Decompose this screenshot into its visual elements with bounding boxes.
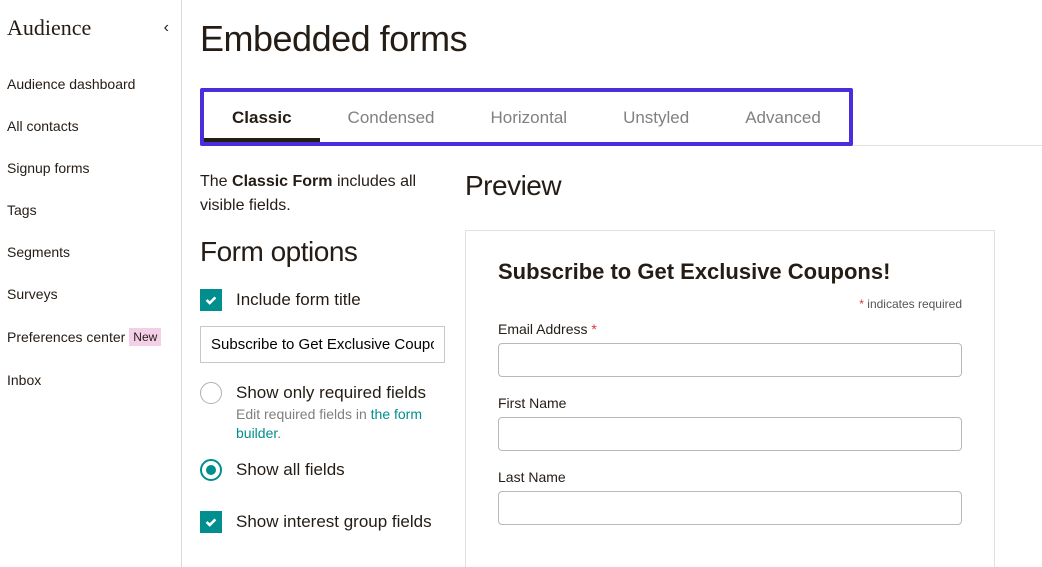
desc-strong: Classic Form [232, 173, 332, 190]
preview-title: Preview [465, 170, 1042, 202]
sub-text: Edit required fields in [236, 406, 371, 422]
sidebar-item-label: Segments [7, 244, 70, 260]
field-label-email: Email Address * [498, 321, 962, 337]
page-title: Embedded forms [200, 18, 1042, 60]
sidebar-item-label: Inbox [7, 372, 41, 388]
tab-classic[interactable]: Classic [204, 92, 320, 142]
form-title-input[interactable] [200, 326, 445, 363]
asterisk-icon: * [591, 321, 596, 337]
tabs-highlight-box: Classic Condensed Horizontal Unstyled Ad… [200, 88, 853, 146]
checkbox-include-title[interactable] [200, 289, 222, 311]
radio-show-only-required[interactable] [200, 382, 222, 404]
tab-label: Classic [232, 108, 292, 127]
tab-label: Condensed [348, 108, 435, 127]
first-name-field[interactable] [498, 417, 962, 451]
form-options-title: Form options [200, 236, 445, 268]
option-label: Show all fields [236, 458, 345, 482]
last-name-field[interactable] [498, 491, 962, 525]
sidebar-item-label: Tags [7, 202, 37, 218]
sidebar-item-segments[interactable]: Segments [7, 231, 171, 273]
sidebar-item-inbox[interactable]: Inbox [7, 359, 171, 401]
form-description: The Classic Form includes all visible fi… [200, 170, 445, 218]
checkbox-show-interest-groups[interactable] [200, 511, 222, 533]
indicates-text: indicates required [864, 297, 962, 311]
option-show-only-required: Show only required fields Edit required … [200, 381, 445, 444]
preview-box: Subscribe to Get Exclusive Coupons! * in… [465, 230, 995, 567]
preview-form-title: Subscribe to Get Exclusive Coupons! [498, 259, 962, 285]
field-label-first-name: First Name [498, 395, 962, 411]
label-text: Email Address [498, 321, 591, 337]
sidebar-item-surveys[interactable]: Surveys [7, 273, 171, 315]
option-show-all-fields: Show all fields [200, 458, 445, 482]
sidebar-item-label: Audience dashboard [7, 76, 135, 92]
option-include-form-title: Include form title [200, 288, 445, 312]
preview-column: Preview Subscribe to Get Exclusive Coupo… [465, 170, 1042, 567]
check-icon [204, 293, 218, 307]
sidebar-header: Audience ‹ [7, 15, 171, 41]
tabs: Classic Condensed Horizontal Unstyled Ad… [204, 92, 849, 142]
preview-box-wrapper: Subscribe to Get Exclusive Coupons! * in… [465, 230, 1042, 567]
main-content: Embedded forms Classic Condensed Horizon… [182, 0, 1042, 567]
option-label: Include form title [236, 288, 361, 312]
tab-label: Advanced [745, 108, 821, 127]
tab-label: Horizontal [491, 108, 568, 127]
desc-text: The [200, 173, 232, 190]
sidebar-item-label: Surveys [7, 286, 58, 302]
option-label: Show interest group fields [236, 510, 432, 534]
tab-advanced[interactable]: Advanced [717, 92, 849, 142]
sidebar-item-label: Signup forms [7, 160, 89, 176]
check-icon [204, 515, 218, 529]
sub-text: . [277, 425, 281, 441]
tab-label: Unstyled [623, 108, 689, 127]
indicates-required: * indicates required [498, 297, 962, 311]
sidebar-item-audience-dashboard[interactable]: Audience dashboard [7, 63, 171, 105]
form-options-column: The Classic Form includes all visible fi… [200, 170, 465, 567]
sidebar-item-signup-forms[interactable]: Signup forms [7, 147, 171, 189]
sidebar: Audience ‹ Audience dashboard All contac… [0, 0, 182, 567]
badge-new: New [129, 328, 161, 346]
option-show-interest-groups: Show interest group fields [200, 510, 445, 534]
tab-condensed[interactable]: Condensed [320, 92, 463, 142]
tab-unstyled[interactable]: Unstyled [595, 92, 717, 142]
sidebar-title: Audience [7, 15, 91, 41]
sidebar-item-preferences-center[interactable]: Preferences center New [7, 315, 171, 359]
email-field[interactable] [498, 343, 962, 377]
sidebar-item-label: Preferences center [7, 329, 125, 345]
sidebar-item-tags[interactable]: Tags [7, 189, 171, 231]
content-row: The Classic Form includes all visible fi… [200, 170, 1042, 567]
tab-horizontal[interactable]: Horizontal [463, 92, 596, 142]
chevron-left-icon[interactable]: ‹ [164, 19, 171, 37]
radio-show-all-fields[interactable] [200, 459, 222, 481]
option-sublabel: Edit required fields in the form builder… [236, 405, 445, 444]
sidebar-item-all-contacts[interactable]: All contacts [7, 105, 171, 147]
field-label-last-name: Last Name [498, 469, 962, 485]
option-label: Show only required fields [236, 381, 445, 405]
sidebar-item-label: All contacts [7, 118, 79, 134]
